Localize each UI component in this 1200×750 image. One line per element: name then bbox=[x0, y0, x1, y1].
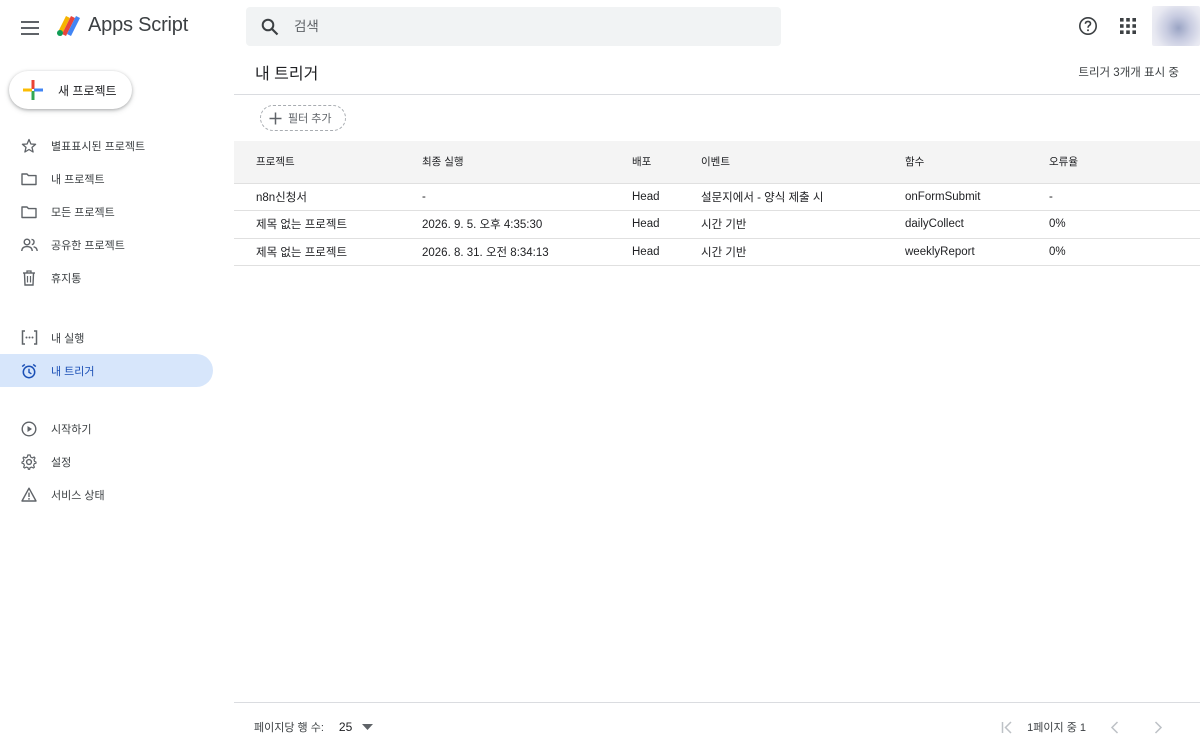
star-icon bbox=[20, 137, 38, 155]
executions-icon bbox=[20, 329, 38, 347]
sidebar-nav-projects: 별표표시된 프로젝트 내 프로젝트 모든 프로젝트 공유한 프로젝트 휴지통 bbox=[0, 129, 213, 294]
column-header-error-rate[interactable]: 오류율 bbox=[1049, 141, 1200, 183]
sidebar-item-starred[interactable]: 별표표시된 프로젝트 bbox=[0, 129, 213, 162]
previous-page-button[interactable] bbox=[1100, 713, 1128, 741]
cell-project: 제목 없는 프로젝트 bbox=[256, 219, 348, 232]
page-indicator: 1페이지 중 1 bbox=[1027, 722, 1086, 734]
sidebar-item-label: 휴지통 bbox=[51, 272, 82, 285]
cell-function: weeklyReport bbox=[905, 245, 975, 258]
cell-last-run: - bbox=[422, 190, 426, 203]
sidebar-item-label: 시작하기 bbox=[51, 423, 92, 436]
sidebar-item-label: 설정 bbox=[51, 456, 72, 469]
sidebar-item-shared-projects[interactable]: 공유한 프로젝트 bbox=[0, 228, 213, 261]
pagination: 1페이지 중 1 bbox=[993, 703, 1172, 750]
table-row[interactable]: 제목 없는 프로젝트 2026. 9. 5. 오후 4:35:30 Head 시… bbox=[234, 211, 1200, 238]
sidebar-item-label: 내 실행 bbox=[51, 332, 85, 345]
table-row[interactable]: 제목 없는 프로젝트 2026. 8. 31. 오전 8:34:13 Head … bbox=[234, 238, 1200, 266]
gear-icon bbox=[20, 453, 38, 471]
column-header-function[interactable]: 함수 bbox=[905, 141, 1049, 183]
chevron-right-icon bbox=[1154, 720, 1162, 734]
new-project-button[interactable]: 새 프로젝트 bbox=[9, 71, 132, 109]
app-name: Apps Script bbox=[88, 13, 189, 36]
play-circle-icon bbox=[20, 420, 38, 438]
chevron-left-icon bbox=[1110, 720, 1118, 734]
help-icon bbox=[1079, 17, 1097, 35]
colorful-plus-icon bbox=[23, 80, 43, 100]
people-icon bbox=[20, 236, 38, 254]
add-filter-label: 필터 추가 bbox=[288, 113, 332, 125]
new-project-label: 새 프로젝트 bbox=[58, 83, 117, 98]
sidebar-item-my-projects[interactable]: 내 프로젝트 bbox=[0, 162, 213, 195]
sidebar-item-getting-started[interactable]: 시작하기 bbox=[0, 412, 213, 445]
add-icon bbox=[269, 112, 282, 124]
sidebar-item-all-projects[interactable]: 모든 프로젝트 bbox=[0, 195, 213, 228]
cell-function: dailyCollect bbox=[905, 218, 964, 231]
trash-icon bbox=[20, 269, 38, 287]
sidebar-item-label: 별표표시된 프로젝트 bbox=[51, 140, 146, 153]
main-menu-button[interactable] bbox=[14, 12, 46, 44]
column-header-last-run[interactable]: 최종 실행 bbox=[422, 141, 632, 183]
column-header-deployment[interactable]: 배포 bbox=[632, 141, 701, 183]
column-header-project[interactable]: 프로젝트 bbox=[234, 141, 422, 183]
sidebar-item-label: 내 프로젝트 bbox=[51, 173, 105, 186]
cell-event: 시간 기반 bbox=[701, 219, 747, 232]
table-row[interactable]: n8n신청서 - Head 설문지에서 - 양식 제출 시 onFormSubm… bbox=[234, 183, 1200, 211]
trigger-count: 트리거 3개개 표시 중 bbox=[1078, 67, 1179, 79]
hamburger-icon bbox=[21, 21, 39, 35]
warning-icon bbox=[20, 486, 38, 504]
cell-event: 시간 기반 bbox=[701, 246, 747, 259]
apps-grid-button[interactable] bbox=[1108, 6, 1148, 46]
sidebar-item-label: 공유한 프로젝트 bbox=[51, 239, 125, 252]
rows-per-page-label: 페이지당 행 수: bbox=[254, 721, 324, 734]
apps-script-logo-icon bbox=[57, 16, 80, 36]
cell-last-run: 2026. 8. 31. 오전 8:34:13 bbox=[422, 246, 549, 259]
cell-deployment: Head bbox=[632, 218, 660, 231]
sidebar-item-my-triggers[interactable]: 내 트리거 bbox=[0, 354, 213, 387]
title-row: 내 트리거 트리거 3개개 표시 중 bbox=[234, 50, 1200, 95]
alarm-icon bbox=[20, 362, 38, 380]
table-footer: 페이지당 행 수: 25 1페이지 중 1 bbox=[234, 702, 1200, 750]
add-filter-button[interactable]: 필터 추가 bbox=[260, 105, 346, 131]
search-bar[interactable] bbox=[246, 7, 781, 46]
cell-project: 제목 없는 프로젝트 bbox=[256, 246, 348, 259]
first-page-icon bbox=[1001, 720, 1012, 734]
apps-grid-icon bbox=[1120, 18, 1136, 34]
rows-per-page-value[interactable]: 25 bbox=[339, 720, 352, 734]
help-button[interactable] bbox=[1068, 6, 1108, 46]
page-title: 내 트리거 bbox=[255, 66, 319, 83]
cell-deployment: Head bbox=[632, 190, 660, 203]
rows-per-page-dropdown[interactable] bbox=[362, 723, 374, 730]
account-avatar[interactable] bbox=[1152, 6, 1200, 46]
triggers-table: 프로젝트 최종 실행 배포 이벤트 함수 오류율 n8n신청서 - Head 설… bbox=[234, 141, 1200, 266]
triggers-panel: 내 트리거 트리거 3개개 표시 중 필터 추가 프로젝트 최종 실행 배포 이… bbox=[234, 50, 1200, 266]
sidebar-item-service-status[interactable]: 서비스 상태 bbox=[0, 478, 213, 511]
folder-icon bbox=[20, 203, 38, 221]
app-logo[interactable]: Apps Script bbox=[54, 12, 188, 38]
dropdown-arrow-icon bbox=[362, 723, 374, 730]
column-header-event[interactable]: 이벤트 bbox=[701, 141, 905, 183]
cell-error-rate: 0% bbox=[1049, 245, 1066, 258]
sidebar-item-label: 내 트리거 bbox=[51, 365, 95, 378]
sidebar-item-trash[interactable]: 휴지통 bbox=[0, 261, 213, 294]
cell-project: n8n신청서 bbox=[256, 191, 307, 204]
cell-error-rate: 0% bbox=[1049, 218, 1066, 231]
search-icon[interactable] bbox=[246, 18, 294, 36]
sidebar-nav-execution: 내 실행 내 트리거 bbox=[0, 321, 213, 387]
next-page-button[interactable] bbox=[1144, 713, 1172, 741]
filter-row: 필터 추가 bbox=[234, 95, 1200, 141]
sidebar-item-label: 서비스 상태 bbox=[51, 489, 105, 502]
cell-last-run: 2026. 9. 5. 오후 4:35:30 bbox=[422, 219, 543, 232]
sidebar-item-label: 모든 프로젝트 bbox=[51, 206, 115, 219]
sidebar-item-settings[interactable]: 설정 bbox=[0, 445, 213, 478]
cell-function: onFormSubmit bbox=[905, 190, 981, 203]
cell-deployment: Head bbox=[632, 245, 660, 258]
first-page-button[interactable] bbox=[993, 713, 1021, 741]
search-input[interactable] bbox=[294, 19, 754, 34]
table-header-row: 프로젝트 최종 실행 배포 이벤트 함수 오류율 bbox=[234, 141, 1200, 183]
cell-event: 설문지에서 - 양식 제출 시 bbox=[701, 191, 824, 204]
folder-icon bbox=[20, 170, 38, 188]
sidebar-nav-help: 시작하기 설정 서비스 상태 bbox=[0, 412, 213, 511]
sidebar-item-my-executions[interactable]: 내 실행 bbox=[0, 321, 213, 354]
cell-error-rate: - bbox=[1049, 190, 1053, 203]
